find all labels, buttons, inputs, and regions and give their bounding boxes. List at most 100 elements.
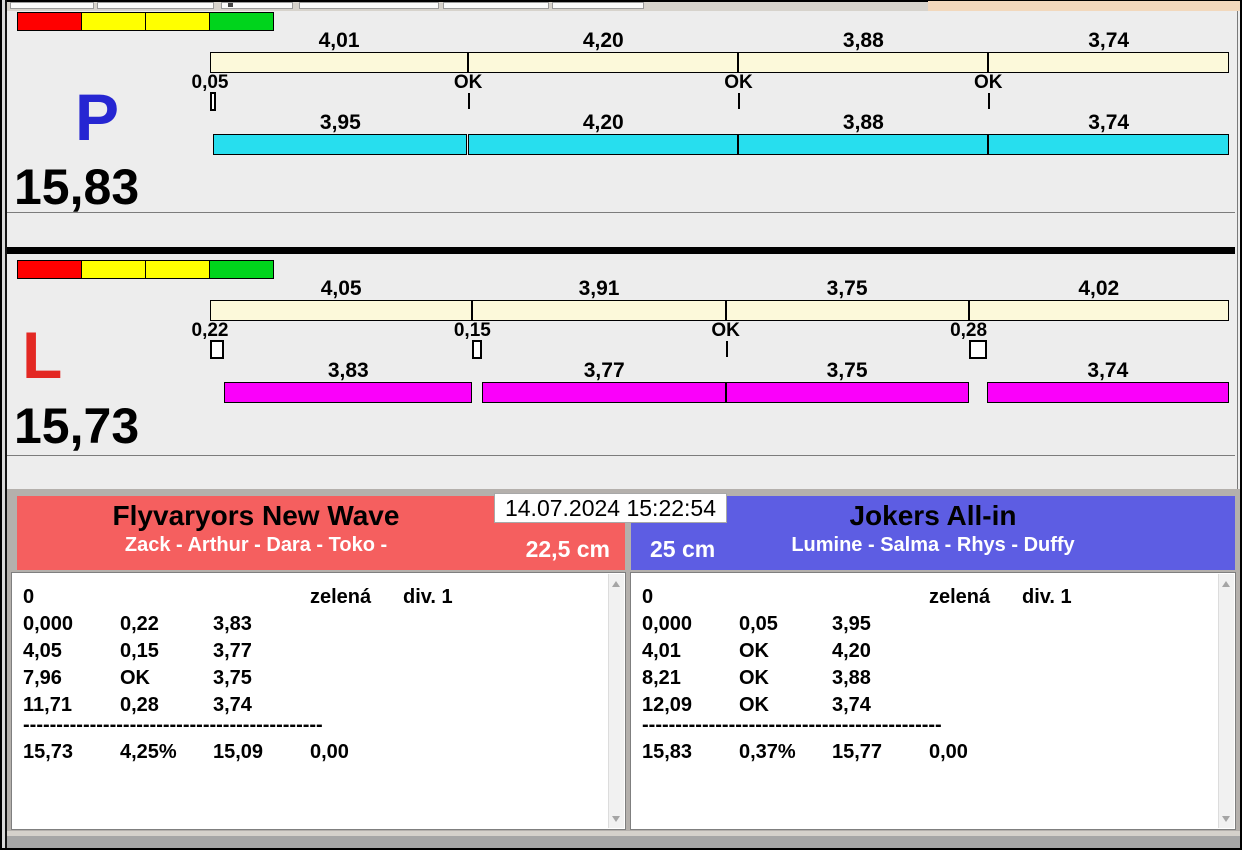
reference-split-value: 4,05: [321, 277, 362, 301]
log-line: 0,0000,223,83: [12, 613, 625, 639]
arrow-down-icon: [1222, 816, 1230, 822]
log-cell: 0: [642, 586, 653, 609]
lane-total-time: 15,83: [14, 162, 139, 212]
fault-gap-box: [472, 340, 482, 359]
log-cell: OK: [739, 640, 769, 663]
status-segment: [81, 13, 145, 30]
exchange-fault-value: OK: [711, 320, 740, 342]
log-cell: 7,96: [23, 667, 62, 690]
reference-segment: [210, 300, 472, 321]
log-cell: 15,73: [23, 741, 73, 764]
reference-bar: [210, 300, 1229, 321]
reference-segment: [988, 52, 1229, 73]
top-strip-glyph: [228, 3, 233, 7]
reference-segment: [726, 300, 969, 321]
scroll-up-button[interactable]: [609, 575, 624, 592]
log-cell: ----------------------------------------…: [642, 714, 942, 737]
log-cell: 3,88: [832, 667, 871, 690]
bottom-band-gray: [7, 836, 1240, 848]
leg-time-segment: [224, 382, 472, 403]
team-left-log-textarea[interactable]: 0zelenádiv. 10,0000,223,834,050,153,777,…: [11, 572, 626, 830]
leg-time-segment: [988, 134, 1229, 155]
status-segment: [81, 261, 145, 278]
log-cell: zelená: [929, 586, 990, 609]
log-cell: 4,20: [832, 640, 871, 663]
log-line: 15,83 0,37% 15,77 0,00: [631, 741, 1235, 767]
exchange-fault-marks: [210, 340, 1229, 361]
log-line: ----------------------------------------…: [12, 714, 625, 740]
leg-time-segment: [738, 134, 988, 155]
team-players: Zack - Arthur - Dara - Toko -: [17, 534, 495, 557]
ref-split-labels: 4,053,913,754,02: [210, 277, 1229, 298]
ref-split-labels: 4,014,203,883,74: [210, 29, 1229, 50]
leg-time-value: 4,20: [583, 111, 624, 135]
log-line: 4,050,153,77: [12, 640, 625, 666]
status-segment: [145, 261, 209, 278]
leg-time-value: 3,83: [328, 359, 369, 383]
exchange-fault-value: OK: [974, 72, 1003, 94]
team-right-log-textarea[interactable]: 0zelenádiv. 10,0000,053,954,01OK4,208,21…: [630, 572, 1236, 830]
fault-gap-box: [210, 340, 224, 359]
top-strip-cell: [552, 2, 644, 9]
status-segment: [18, 13, 81, 30]
log-cell: 4,25%: [120, 741, 177, 764]
log-cell: 0,00: [310, 741, 349, 764]
log-cell: 0,37%: [739, 741, 796, 764]
log-cell: div. 1: [403, 586, 453, 609]
exchange-fault-value: OK: [454, 72, 483, 94]
log-cell: 3,77: [213, 640, 252, 663]
log-cell: 15,83: [642, 741, 692, 764]
arrow-up-icon: [612, 581, 620, 587]
fault-gap-box: [210, 92, 216, 111]
scroll-up-button[interactable]: [1219, 575, 1234, 592]
log-line: ----------------------------------------…: [631, 714, 1235, 740]
log-line: 15,73 4,25% 15,09 0,00: [12, 741, 625, 767]
leg-time-segment: [987, 382, 1229, 403]
log-content: 0zelenádiv. 10,0000,053,954,01OK4,208,21…: [631, 573, 1235, 829]
top-strip-cell: [443, 2, 549, 9]
panel-divider-line: [7, 455, 1235, 456]
log-cell: 15,09: [213, 741, 263, 764]
exchange-fault-labels: 0,220,15OK0,28: [210, 320, 1229, 340]
ok-tick-mark: [988, 93, 990, 109]
reference-split-value: 4,20: [583, 29, 624, 53]
leg-time-value: 3,74: [1088, 111, 1129, 135]
leg-time-labels: 3,833,773,753,74: [210, 359, 1229, 380]
log-cell: 3,83: [213, 613, 252, 636]
vertical-scrollbar[interactable]: [1218, 574, 1234, 828]
scroll-down-button[interactable]: [1219, 810, 1234, 827]
reference-segment: [472, 300, 725, 321]
log-line: 4,01OK4,20: [631, 640, 1235, 666]
exchange-fault-value: 0,15: [454, 320, 491, 342]
leg-time-value: 3,88: [843, 111, 884, 135]
team-players: Lumine - Salma - Rhys - Duffy: [631, 534, 1235, 557]
scroll-down-button[interactable]: [609, 810, 624, 827]
app-window: 4,014,203,883,74 0,05OKOKOK 3,954,203,88…: [0, 0, 1242, 850]
reference-segment: [969, 300, 1229, 321]
log-line: 0,0000,053,95: [631, 613, 1235, 639]
team-progress-bar: [210, 134, 1229, 155]
reference-split-value: 3,91: [579, 277, 620, 301]
top-strip-cell: [97, 2, 214, 9]
status-segment: [18, 261, 81, 278]
leg-time-labels: 3,954,203,883,74: [210, 111, 1229, 132]
leg-time-segment: [213, 134, 467, 155]
ok-tick-mark: [468, 93, 470, 109]
leg-time-segment: [726, 382, 969, 403]
log-cell: 3,75: [213, 667, 252, 690]
reference-segment: [468, 52, 738, 73]
reference-split-value: 3,75: [827, 277, 868, 301]
vertical-scrollbar[interactable]: [608, 574, 624, 828]
top-strip-cell: [10, 2, 94, 9]
log-cell: 0,05: [739, 613, 778, 636]
log-cell: 0,00: [929, 741, 968, 764]
log-cell: 15,77: [832, 741, 882, 764]
team-distance: 22,5 cm: [526, 536, 610, 563]
status-segment: [145, 13, 209, 30]
log-cell: 0: [23, 586, 34, 609]
lane-l-panel: 4,053,913,754,02 0,220,15OK0,28 3,833,77…: [0, 258, 1242, 488]
exchange-fault-marks: [210, 92, 1229, 113]
leg-time-value: 3,74: [1087, 359, 1128, 383]
ok-tick-mark: [738, 93, 740, 109]
log-cell: 0,000: [23, 613, 73, 636]
